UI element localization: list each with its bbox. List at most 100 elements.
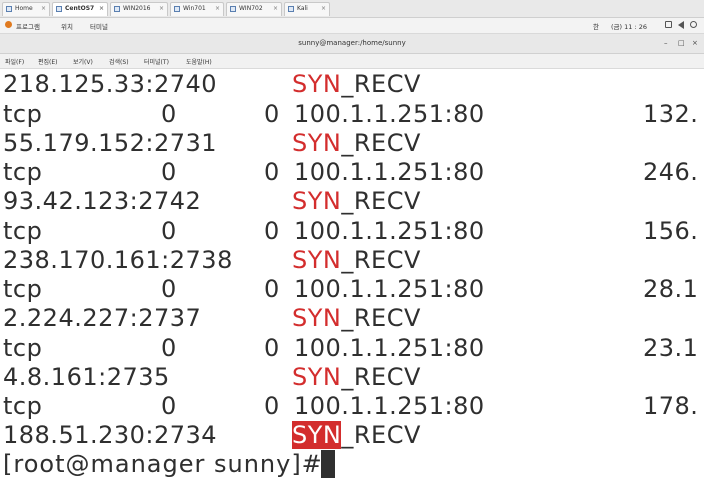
vm-tab-win702[interactable]: WIN702 × <box>226 2 282 16</box>
menu-help[interactable]: 도움말(H) <box>186 57 212 66</box>
state-syn: SYN <box>292 187 342 215</box>
close-icon[interactable]: × <box>99 5 104 12</box>
window-title: sunny@manager:/home/sunny <box>298 39 406 47</box>
state-recv: _RECV <box>341 129 421 157</box>
vm-tab-home[interactable]: Home × <box>2 2 50 16</box>
recv-q: 0 <box>161 100 177 128</box>
local-address: 100.1.1.251:80 <box>294 217 485 245</box>
maximize-button[interactable]: □ <box>678 39 685 47</box>
foreign-address-trunc: 23.1 <box>643 334 699 362</box>
vm-tab-centos7[interactable]: CentOS7 × <box>52 2 108 16</box>
recv-q: 0 <box>161 334 177 362</box>
state-recv: _RECV <box>341 421 421 449</box>
proto: tcp <box>3 334 43 362</box>
vm-tab-label: Home <box>15 5 33 12</box>
gnome-top-bar: 프로그램 위치 터미널 한 (금) 11 : 26 <box>0 18 704 34</box>
close-icon[interactable]: × <box>273 5 278 12</box>
vm-tab-label: Win701 <box>183 5 206 12</box>
connection-state: SYN_RECV <box>292 129 421 157</box>
proto: tcp <box>3 158 43 186</box>
menu-places[interactable]: 위치 <box>61 21 73 31</box>
send-q: 0 <box>264 100 280 128</box>
menu-view[interactable]: 보기(V) <box>73 57 93 66</box>
proto: tcp <box>3 217 43 245</box>
power-icon[interactable] <box>690 21 697 28</box>
vm-tab-label: CentOS7 <box>65 5 95 12</box>
local-address: 100.1.1.251:80 <box>294 392 485 420</box>
state-recv: _RECV <box>341 70 421 98</box>
close-icon[interactable]: × <box>159 5 164 12</box>
clock[interactable]: (금) 11 : 26 <box>611 21 647 31</box>
send-q: 0 <box>264 275 280 303</box>
shell-prompt: [root@manager sunny]# <box>3 450 323 478</box>
menu-programs[interactable]: 프로그램 <box>16 21 40 31</box>
state-syn: SYN <box>292 304 342 332</box>
local-address: 100.1.1.251:80 <box>294 334 485 362</box>
home-icon <box>6 6 12 12</box>
close-icon[interactable]: × <box>321 5 326 12</box>
network-icon[interactable] <box>665 21 672 28</box>
foreign-address-trunc: 132. <box>643 100 699 128</box>
terminal-body[interactable]: 218.125.33:2740 SYN_RECV tcp 0 0 100.1.1… <box>0 69 704 486</box>
connection-state: SYN_RECV <box>292 70 421 98</box>
vm-tab-label: Kali <box>297 5 308 12</box>
vm-icon <box>174 6 180 12</box>
foreign-address-trunc: 156. <box>643 217 699 245</box>
connection-state: SYN_RECV <box>292 187 421 215</box>
connection-state: SYN_RECV <box>292 363 421 391</box>
foreign-address-trunc: 28.1 <box>643 275 699 303</box>
vm-tab-win701[interactable]: Win701 × <box>170 2 224 16</box>
state-syn: SYN <box>292 129 342 157</box>
foreign-address: 2.224.227:2737 <box>3 304 202 332</box>
vm-icon <box>114 6 120 12</box>
state-syn: SYN <box>292 363 342 391</box>
send-q: 0 <box>264 217 280 245</box>
local-address: 100.1.1.251:80 <box>294 158 485 186</box>
local-address: 100.1.1.251:80 <box>294 275 485 303</box>
state-recv: _RECV <box>341 363 421 391</box>
connection-state: SYN_RECV <box>292 246 421 274</box>
menu-terminal-t[interactable]: 터미널(T) <box>144 57 169 66</box>
foreign-address: 4.8.161:2735 <box>3 363 170 391</box>
local-address: 100.1.1.251:80 <box>294 100 485 128</box>
state-syn: SYN <box>292 70 342 98</box>
recv-q: 0 <box>161 275 177 303</box>
terminal-menubar: 파일(F) 편집(E) 보기(V) 검색(S) 터미널(T) 도움말(H) <box>0 54 704 69</box>
connection-state: SYN_RECV <box>292 304 421 332</box>
vm-tab-kali[interactable]: Kali × <box>284 2 330 16</box>
window-titlebar[interactable]: sunny@manager:/home/sunny – □ × <box>0 34 704 54</box>
connection-state: SYN_RECV <box>292 421 421 449</box>
proto: tcp <box>3 275 43 303</box>
foreign-address: 218.125.33:2740 <box>3 70 218 98</box>
vm-tab-strip: Home × CentOS7 × WIN2016 × Win701 × WIN7… <box>0 0 704 18</box>
vm-tab-label: WIN702 <box>239 5 263 12</box>
recv-q: 0 <box>161 158 177 186</box>
volume-icon[interactable] <box>678 21 684 29</box>
state-recv: _RECV <box>341 187 421 215</box>
menu-file[interactable]: 파일(F) <box>5 57 24 66</box>
close-icon[interactable]: × <box>41 5 46 12</box>
applications-icon <box>5 21 12 28</box>
foreign-address: 55.179.152:2731 <box>3 129 218 157</box>
send-q: 0 <box>264 392 280 420</box>
send-q: 0 <box>264 158 280 186</box>
vm-tab-win2016[interactable]: WIN2016 × <box>110 2 168 16</box>
foreign-address: 93.42.123:2742 <box>3 187 202 215</box>
vm-icon <box>56 6 62 12</box>
foreign-address-trunc: 246. <box>643 158 699 186</box>
send-q: 0 <box>264 334 280 362</box>
foreign-address: 188.51.230:2734 <box>3 421 218 449</box>
state-recv: _RECV <box>341 304 421 332</box>
menu-terminal[interactable]: 터미널 <box>90 21 108 31</box>
proto: tcp <box>3 100 43 128</box>
input-language[interactable]: 한 <box>593 21 599 31</box>
vm-tab-label: WIN2016 <box>123 5 151 12</box>
recv-q: 0 <box>161 217 177 245</box>
menu-search[interactable]: 검색(S) <box>109 57 129 66</box>
close-button[interactable]: × <box>692 39 698 47</box>
minimize-button[interactable]: – <box>664 39 668 47</box>
foreign-address-trunc: 178. <box>643 392 699 420</box>
proto: tcp <box>3 392 43 420</box>
close-icon[interactable]: × <box>215 5 220 12</box>
menu-edit[interactable]: 편집(E) <box>38 57 58 66</box>
